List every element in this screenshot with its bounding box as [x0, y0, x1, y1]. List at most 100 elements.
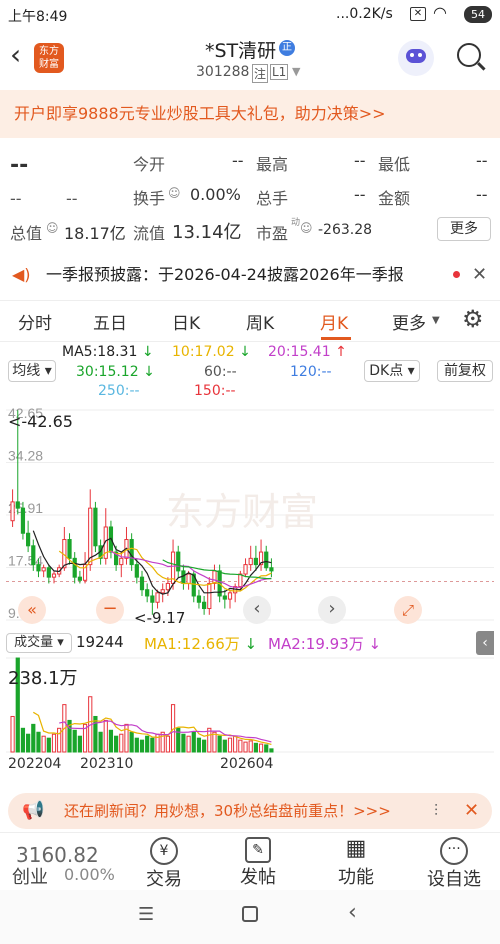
volume-value: 19244	[76, 633, 124, 651]
volume-max-label: 238.1万	[8, 668, 78, 689]
collapse-panel-icon[interactable]: ‹	[476, 631, 494, 655]
amount-label: 金额	[378, 189, 411, 208]
ad-text: 还在刷新闻？用妙想，30秒总结盘前重点！>>>	[64, 802, 391, 820]
candle-body	[134, 564, 139, 578]
candle-body	[51, 573, 57, 578]
menu-icon[interactable]: ☰	[138, 904, 154, 925]
fullscreen-icon[interactable]: ⤢	[394, 596, 422, 624]
add-watchlist-button[interactable]: ··· 设自选	[414, 833, 494, 891]
search-icon[interactable]	[457, 43, 486, 71]
index-name[interactable]: 创业	[12, 863, 48, 889]
candle-body	[253, 557, 258, 566]
candle-body	[93, 507, 98, 547]
candle-body	[145, 589, 150, 597]
yen-icon: ¥	[150, 837, 178, 865]
info-icon[interactable]: ☺	[168, 186, 181, 200]
volume-bar	[77, 735, 82, 753]
tab-monthly-k[interactable]: 月K	[320, 309, 348, 334]
dk-point-button[interactable]: DK点 ▾	[364, 360, 420, 382]
notice-bar[interactable]: ◀) 一季报预披露：于2026-04-24披露2026年一季报 ✕	[0, 255, 500, 295]
y-tick-label: 34.28	[8, 448, 43, 464]
x-tick-label: 202604	[220, 756, 274, 772]
edit-icon: ✎	[245, 837, 271, 863]
candle-body	[119, 557, 124, 566]
candle-body	[222, 595, 227, 600]
back-nav-icon[interactable]: ‹	[348, 900, 357, 925]
close-icon[interactable]: ✕	[472, 255, 487, 295]
network-speed: ...0.2K/s	[336, 6, 393, 22]
volume-bar	[26, 733, 31, 753]
x-tick-label: 202310	[80, 756, 134, 772]
speaker-icon: ◀)	[12, 265, 31, 284]
tag-level: L1	[270, 64, 289, 80]
stock-code: 301288	[196, 64, 250, 80]
post-button[interactable]: ✎ 发帖	[228, 833, 288, 889]
status-time: 上午8:49	[8, 9, 68, 25]
low-value: --	[476, 151, 488, 170]
volume-bar	[93, 715, 98, 753]
info-icon[interactable]: ☺	[300, 221, 313, 235]
more-dots-icon: ···	[440, 837, 468, 865]
functions-button[interactable]: ▦ 功能	[326, 833, 386, 889]
scroll-right-icon[interactable]: ›	[318, 596, 346, 624]
candle-body	[31, 545, 36, 566]
info-icon[interactable]: ☺	[46, 221, 59, 235]
tab-weekly-k[interactable]: 周K	[246, 309, 274, 334]
vol-ma1: MA1:12.66万 ↓	[144, 635, 258, 653]
candle-body	[181, 570, 186, 584]
volume-bar	[212, 731, 217, 753]
stock-header: ‹ 东方 财富 *ST清研 正 301288 注 L1 ▼	[0, 30, 500, 90]
turnover-label: 换手	[133, 189, 166, 208]
turnover-value: 0.00%	[190, 185, 241, 204]
price-change-pct: --	[66, 189, 78, 208]
volume-bar	[264, 744, 269, 753]
candle-body	[165, 582, 170, 591]
ad-banner[interactable]: 📢 还在刷新闻？用妙想，30秒总结盘前重点！>>> ⫶ ✕	[8, 793, 492, 829]
volume-bar	[31, 723, 36, 753]
volume-bar	[243, 741, 248, 753]
more-button[interactable]: 更多	[437, 217, 491, 241]
assistant-avatar-icon[interactable]	[398, 40, 434, 76]
candle-body	[207, 582, 212, 610]
volume-bar	[165, 735, 170, 753]
tag-registered: 注	[252, 64, 269, 83]
zoom-out-icon[interactable]: −	[96, 596, 124, 624]
tab-five-day[interactable]: 五日	[93, 309, 127, 334]
open-value: --	[232, 151, 244, 170]
trade-button[interactable]: ¥ 交易	[134, 833, 194, 891]
tab-daily-k[interactable]: 日K	[172, 309, 200, 334]
volume-indicator-button[interactable]: 成交量 ▾	[6, 633, 72, 653]
tab-more[interactable]: 更多	[392, 309, 426, 334]
volume-bar	[217, 735, 222, 753]
ma60-value: 60:--	[204, 364, 237, 380]
pe-label: 市盈	[256, 224, 289, 243]
bottom-toolbar: 3160.82 创业 0.00% ¥ 交易 ✎ 发帖 ▦ 功能 ··· 设自选	[0, 832, 500, 890]
candle-body	[269, 567, 274, 572]
quote-panel: -- -- -- 今开 -- 最高 -- 最低 -- 换手 ☺ 0.00% 总手…	[0, 145, 500, 245]
promo-banner[interactable]: 开户即享9888元专业炒股工具大礼包，助力决策>>	[0, 90, 500, 138]
close-icon[interactable]: ✕	[464, 793, 479, 829]
adjust-mode-button[interactable]: 前复权	[437, 360, 493, 382]
chevron-down-icon[interactable]: ▼	[292, 65, 300, 78]
back-icon[interactable]: ‹	[10, 38, 21, 71]
candle-body	[36, 564, 41, 572]
tab-intraday[interactable]: 分时	[18, 309, 52, 334]
price-change: --	[10, 189, 22, 208]
sliders-icon[interactable]: ⫶	[434, 793, 438, 829]
indicator-mode-button[interactable]: 均线 ▾	[8, 360, 56, 382]
candlestick-chart[interactable]: 东方财富 42.6534.2825.9117.549.17	[6, 400, 494, 630]
scroll-left-icon[interactable]: ‹	[243, 596, 271, 624]
rewind-icon[interactable]: «	[18, 596, 46, 624]
vol-ma2: MA2:19.93万 ↓	[268, 635, 382, 653]
volume-bar	[258, 743, 264, 753]
low-label: 最低	[378, 155, 411, 174]
pe-dynamic-sup: 动	[291, 218, 301, 228]
candle-body	[77, 576, 82, 581]
float-cap-label: 流值	[133, 224, 166, 243]
volume-bar	[134, 737, 139, 753]
settings-gear-icon[interactable]: ⚙	[462, 305, 484, 333]
candle-body	[160, 589, 165, 594]
home-icon[interactable]	[242, 906, 258, 922]
volume-bar	[207, 727, 212, 753]
volume-bar	[129, 731, 134, 753]
